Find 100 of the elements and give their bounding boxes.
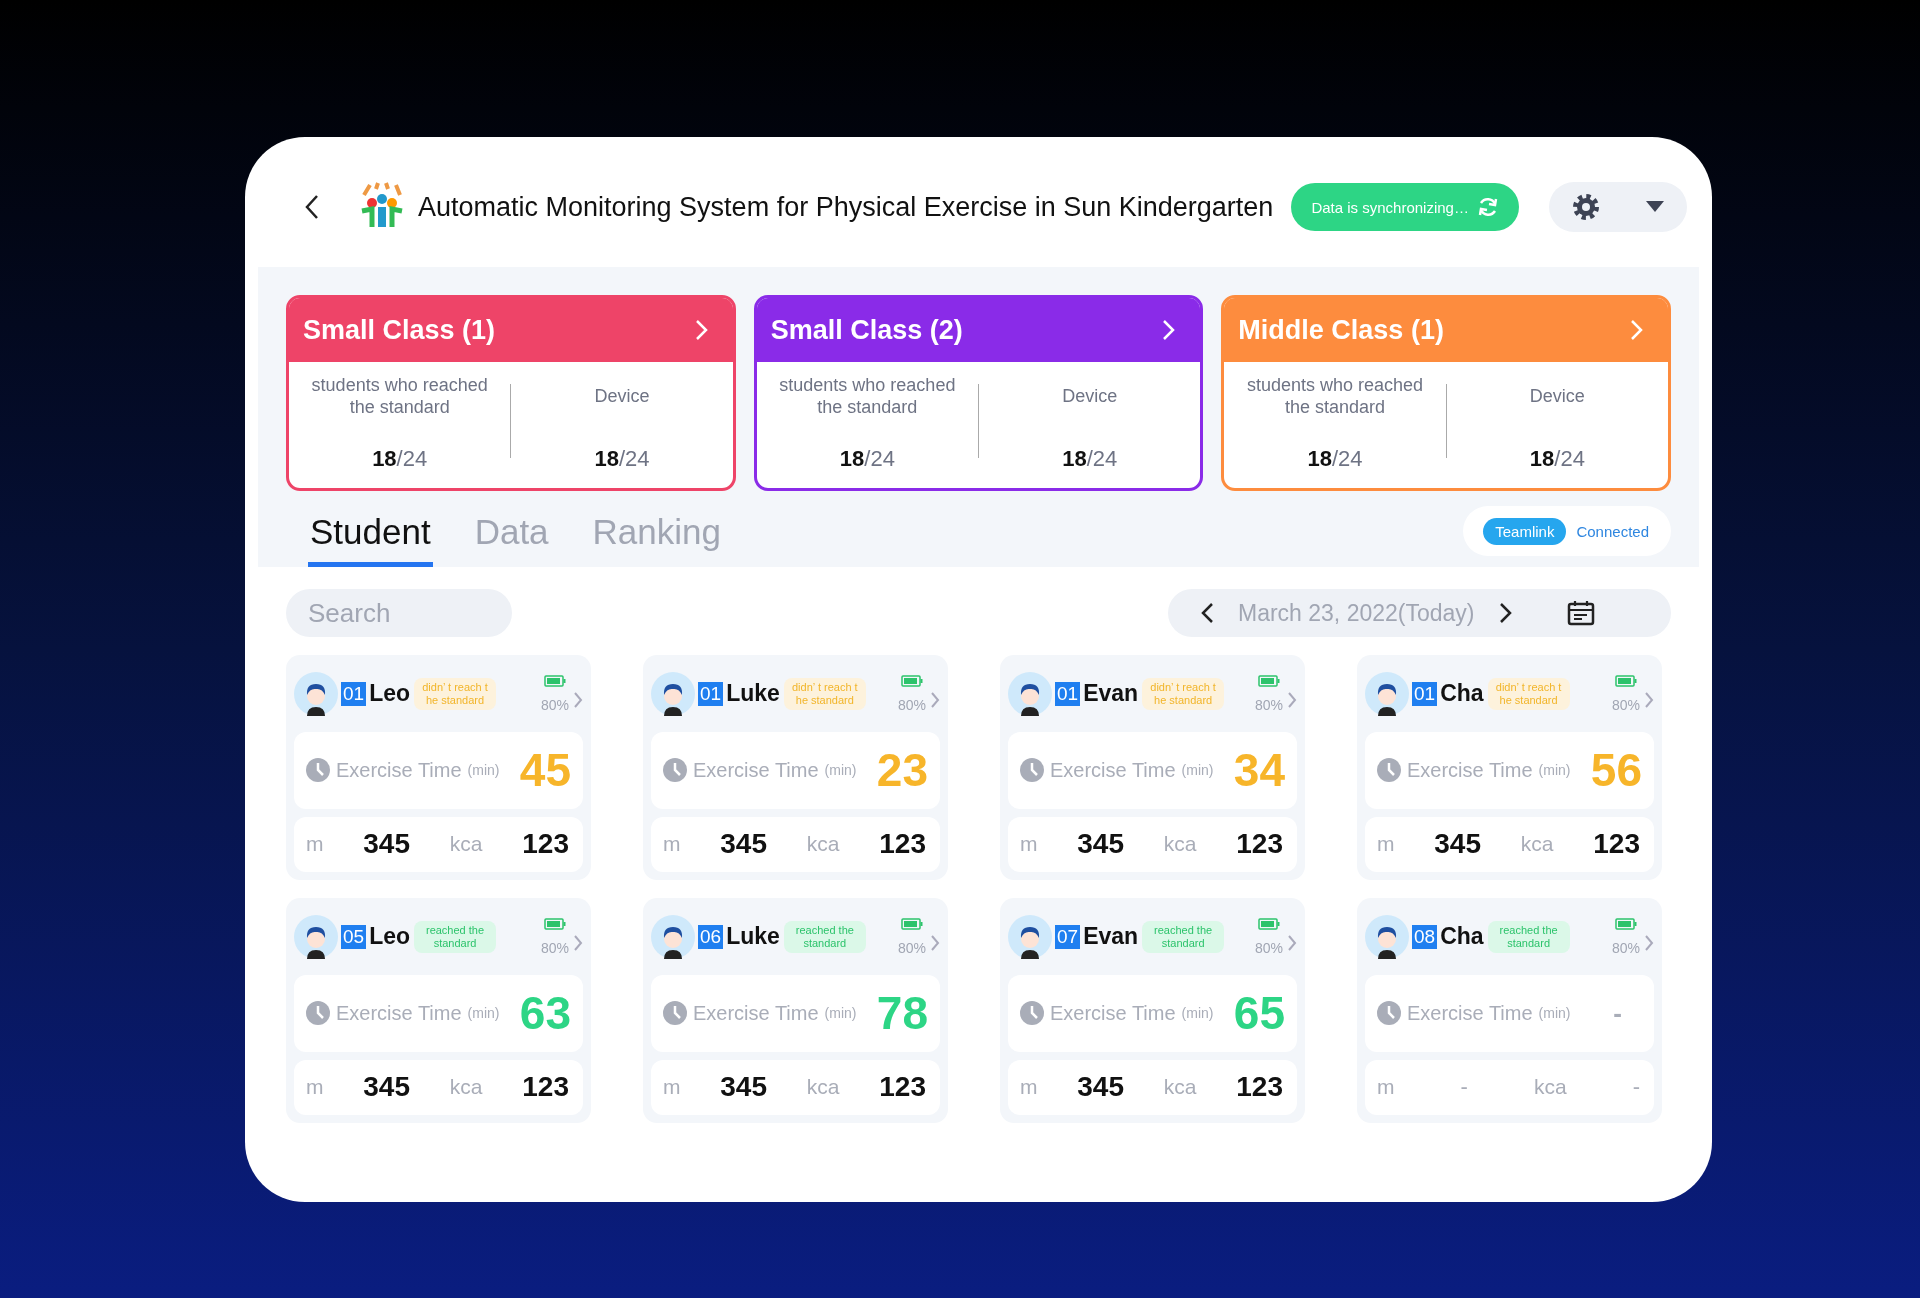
unit-label: (min) [824, 762, 857, 779]
class-name: Middle Class (1) [1238, 314, 1444, 346]
stat-value: 18/24 [1529, 446, 1585, 472]
calorie-value: 123 [1593, 828, 1640, 861]
student-name: Leo [369, 680, 411, 708]
class-card[interactable]: Middle Class (1) students who reached the standard 18/24 Device 18/24 [1221, 295, 1671, 491]
battery-percent: 80% [1611, 696, 1640, 713]
battery-percent: 80% [1254, 696, 1283, 713]
exercise-time-label: Exercise Time [1407, 1001, 1533, 1025]
distance-value: 345 [1077, 828, 1124, 861]
exercise-time-value: 78 [876, 986, 928, 1041]
distance-value: - [1460, 1074, 1468, 1101]
exercise-time-value: 63 [519, 986, 571, 1041]
student-number: 07 [1055, 924, 1081, 949]
student-name: Cha [1440, 680, 1484, 708]
calorie-value: 123 [522, 828, 569, 861]
exercise-time-label: Exercise Time [1050, 1001, 1176, 1025]
exercise-time-value: 23 [876, 743, 928, 798]
exercise-time-value: - [1613, 997, 1622, 1029]
exercise-time-label: Exercise Time [693, 1001, 819, 1025]
unit-label: (min) [467, 762, 500, 779]
distance-value: 345 [1434, 828, 1481, 861]
calorie-value: 123 [522, 1071, 569, 1104]
status-tag: didn’ t reach t he standard [1487, 677, 1570, 710]
battery-percent: 80% [1611, 939, 1640, 956]
student-number: 01 [1412, 681, 1438, 706]
stat-value: 18/24 [839, 446, 895, 472]
stat-label: students who reached the standard [310, 374, 489, 418]
unit-label: m [663, 832, 681, 857]
stat-label: Device [1061, 385, 1119, 408]
distance-value: 345 [1077, 1071, 1124, 1104]
unit-label: (min) [467, 1005, 500, 1022]
student-card[interactable]: 01 Leo didn’ t reach t he standard 80% Exercise Time (min) 45 m 345 kca 123 [286, 655, 591, 880]
student-number: 08 [1412, 924, 1438, 949]
class-card[interactable]: Small Class (1) students who reached the standard 18/24 Device 18/24 [286, 295, 736, 491]
student-card[interactable]: 01 Evan didn’ t reach t he standard 80% Exercise Time (min) 34 m 345 kca 123 [1000, 655, 1305, 880]
student-card[interactable]: 01 Cha didn’ t reach t he standard 80% Exercise Time (min) 56 m 345 kca 123 [1357, 655, 1662, 880]
student-number: 05 [341, 924, 367, 949]
device-badge: Teamlink [1483, 517, 1567, 545]
exercise-time-value: 65 [1233, 986, 1285, 1041]
calorie-value: 123 [879, 1071, 926, 1104]
unit-label: m [663, 1075, 681, 1100]
unit-label: kca [1163, 832, 1197, 857]
tab[interactable]: Student [308, 512, 433, 567]
connection-text: Connected [1576, 522, 1649, 540]
unit-label: kca [449, 832, 483, 857]
student-name: Evan [1083, 680, 1139, 708]
unit-label: (min) [1538, 1005, 1571, 1022]
student-number: 06 [698, 924, 724, 949]
stat-label: students who reached the standard [778, 374, 957, 418]
unit-label: m [1377, 832, 1395, 857]
exercise-time-label: Exercise Time [1407, 758, 1533, 782]
search-field[interactable]: Search [286, 589, 512, 637]
status-tag: reached the standard [414, 920, 497, 953]
student-card[interactable]: 06 Luke reached the standard 80% Exercise Time (min) 78 m 345 kca 123 [643, 898, 948, 1123]
calorie-value: 123 [879, 828, 926, 861]
stat-value: 18/24 [1062, 446, 1118, 472]
student-card[interactable]: 01 Luke didn’ t reach t he standard 80% Exercise Time (min) 23 m 345 kca 123 [643, 655, 948, 880]
battery-percent: 80% [540, 939, 569, 956]
student-card[interactable]: 07 Evan reached the standard 80% Exercise Time (min) 65 m 345 kca 123 [1000, 898, 1305, 1123]
unit-label: kca [449, 1075, 483, 1100]
unit-label: kca [806, 832, 840, 857]
unit-label: m [1377, 1075, 1395, 1100]
stat-value: 18/24 [594, 446, 650, 472]
status-tag: reached the standard [1142, 920, 1225, 953]
student-number: 01 [1055, 681, 1081, 706]
status-tag: didn’ t reach t he standard [414, 677, 497, 710]
unit-label: kca [1533, 1075, 1567, 1100]
calorie-value: - [1632, 1074, 1640, 1101]
status-tag: didn’ t reach t he standard [1142, 677, 1225, 710]
unit-label: (min) [824, 1005, 857, 1022]
battery-percent: 80% [540, 696, 569, 713]
calorie-value: 123 [1236, 828, 1283, 861]
exercise-time-value: 56 [1590, 743, 1642, 798]
exercise-time-label: Exercise Time [336, 758, 462, 782]
student-card[interactable]: 08 Cha reached the standard 80% Exercise Time (min) - m - kca - [1357, 898, 1662, 1123]
exercise-time-label: Exercise Time [1050, 758, 1176, 782]
stat-value: 18/24 [1307, 446, 1363, 472]
unit-label: m [1020, 1075, 1038, 1100]
unit-label: m [306, 1075, 324, 1100]
calorie-value: 123 [1236, 1071, 1283, 1104]
date-text: March 23, 2022(Today) [1238, 599, 1475, 627]
student-number: 01 [698, 681, 724, 706]
student-name: Cha [1440, 923, 1484, 951]
stat-label: Device [1528, 385, 1586, 408]
unit-label: (min) [1181, 1005, 1214, 1022]
exercise-time-label: Exercise Time [693, 758, 819, 782]
student-card[interactable]: 05 Leo reached the standard 80% Exercise Time (min) 63 m 345 kca 123 [286, 898, 591, 1123]
stat-label: students who reached the standard [1245, 374, 1425, 418]
stat-value: 18/24 [372, 446, 428, 472]
student-name: Luke [726, 923, 780, 951]
unit-label: m [1020, 832, 1038, 857]
exercise-time-value: 34 [1233, 743, 1285, 798]
student-name: Luke [726, 680, 780, 708]
class-card[interactable]: Small Class (2) students who reached the standard 18/24 Device 18/24 [753, 295, 1204, 491]
unit-label: (min) [1538, 762, 1571, 779]
battery-percent: 80% [897, 939, 926, 956]
stat-label: Device [593, 385, 651, 408]
sync-status-pill: Data is synchronizing… [1291, 183, 1519, 231]
student-name: Leo [369, 923, 411, 951]
